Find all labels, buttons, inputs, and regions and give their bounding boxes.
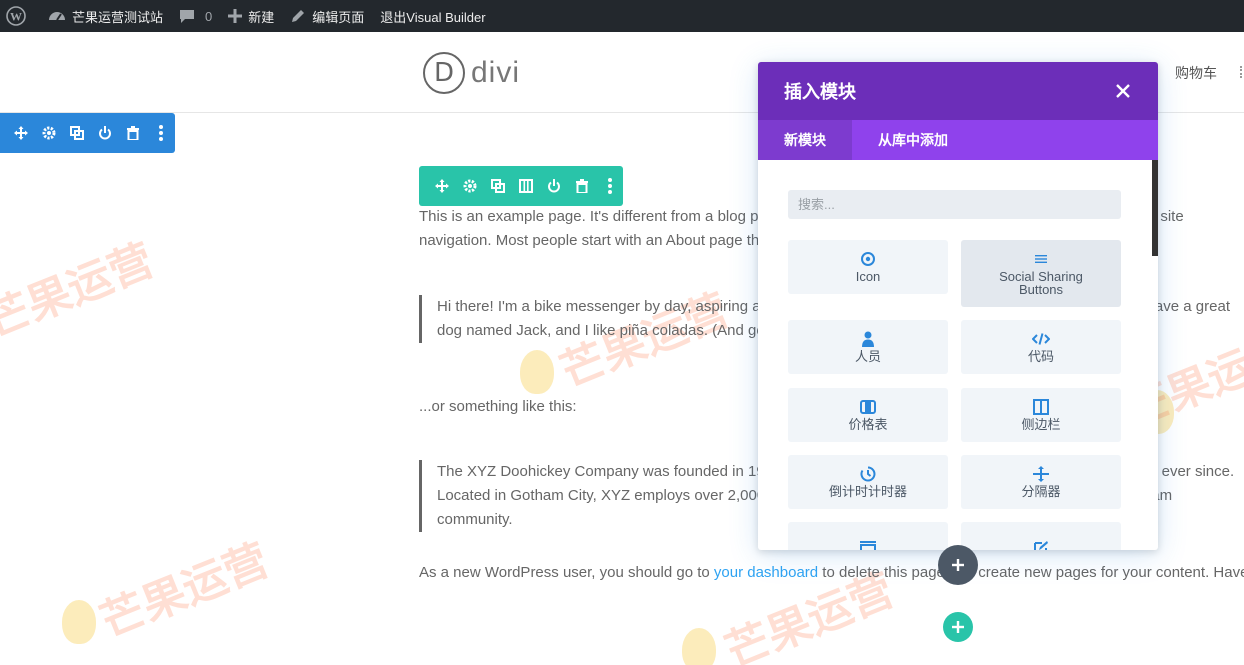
divider-icon [1033,466,1049,482]
modal-header: 插入模块 [758,62,1158,120]
trash-icon[interactable] [124,124,142,142]
site-name-link[interactable]: 芒果运营测试站 [40,0,171,32]
search-input[interactable] [788,190,1121,219]
dashboard-gauge-icon [48,8,66,24]
power-icon[interactable] [545,177,563,195]
module-label: 价格表 [848,417,888,432]
add-row-button[interactable] [943,612,973,642]
duplicate-icon[interactable] [68,124,86,142]
edit-page-label: 编辑页面 [312,9,365,25]
pricing-table-icon [860,399,876,415]
move-icon[interactable] [12,124,30,142]
module-icon[interactable]: Icon [788,240,948,294]
module-label: 人员 [854,349,881,364]
comments-link[interactable]: 0 [171,0,220,32]
edit-page-link[interactable]: 编辑页面 [282,0,372,32]
module-divider[interactable]: 分隔器 [961,455,1121,509]
module-code[interactable]: 代码 [961,320,1121,374]
module-label: Icon [855,269,881,284]
svg-text:W: W [10,10,22,24]
module-slider[interactable] [788,522,948,550]
modal-title: 插入模块 [784,82,856,102]
watermark-pear-logo [62,600,96,644]
module-countdown-timer[interactable]: 倒计时计时器 [788,455,948,509]
plus-icon [952,559,964,571]
gear-icon[interactable] [461,177,479,195]
dashboard-paragraph: As a new WordPress user, you should go t… [419,561,1244,585]
exit-visual-builder-link[interactable]: 退出Visual Builder [372,0,493,32]
module-social-sharing-buttons[interactable]: Social Sharing Buttons [961,240,1121,307]
plus-icon [228,9,243,23]
add-module-button[interactable] [938,545,978,585]
module-sidebar[interactable]: 侧边栏 [961,388,1121,442]
watermark-text: 芒果运营 [93,534,276,648]
module-label: Social Sharing Buttons [999,269,1083,297]
edit-icon [1033,540,1049,550]
close-icon[interactable] [1114,82,1132,100]
duplicate-icon[interactable] [489,177,507,195]
modal-tabs: 新模块 从库中添加 [758,120,1158,160]
module-pricing-table[interactable]: 价格表 [788,388,948,442]
nav-item-cart[interactable]: 购物车 [1175,63,1217,83]
module-label: 侧边栏 [1021,417,1061,432]
comment-bubble-icon [179,8,195,24]
module-label: 代码 [1027,349,1054,364]
nav-overflow-icon[interactable] [1240,66,1242,78]
person-icon [861,331,875,347]
paragraph: ...or something like this: [419,398,577,415]
module-label: 倒计时计时器 [828,484,907,499]
exit-visual-builder-label: 退出Visual Builder [380,9,486,25]
target-icon [860,251,876,267]
wordpress-icon: W [6,6,26,26]
section-toolbar [0,113,175,153]
countdown-icon [860,466,876,482]
pencil-icon [290,8,306,24]
tab-add-from-library[interactable]: 从库中添加 [852,120,974,160]
trash-icon[interactable] [573,177,591,195]
comments-count: 0 [205,8,213,24]
gear-icon[interactable] [40,124,58,142]
watermark-text: 芒果运营 [0,234,161,348]
watermark-pear-logo [682,628,716,665]
insert-module-modal: 插入模块 新模块 从库中添加 Icon Social Sharing Butto… [758,62,1158,550]
row-toolbar [419,166,623,206]
module-edit[interactable] [961,522,1121,550]
module-label: 分隔器 [1021,484,1061,499]
more-options-icon[interactable] [152,124,170,142]
wp-admin-bar: W 芒果运营测试站 0 新建 编辑页面 退出Visual Builder [0,0,1244,32]
power-icon[interactable] [96,124,114,142]
logo-mark: D [423,52,465,94]
new-content-link[interactable]: 新建 [220,0,282,32]
move-icon[interactable] [433,177,451,195]
watermark-pear-logo [520,350,554,394]
site-logo[interactable]: D divi [423,52,520,94]
logo-text: divi [471,56,521,89]
tab-new-module[interactable]: 新模块 [758,120,852,160]
dashboard-link[interactable]: your dashboard [714,564,818,581]
module-person[interactable]: 人员 [788,320,948,374]
columns-icon[interactable] [517,177,535,195]
site-name: 芒果运营测试站 [72,9,164,25]
menu-lines-icon [1035,251,1047,267]
new-label: 新建 [248,9,275,25]
sidebar-icon [1033,399,1049,415]
paragraph-text: to delete this page and create new pages… [818,564,1244,581]
plus-icon [952,621,964,633]
slider-icon [860,540,876,550]
modal-body: Icon Social Sharing Buttons 人员 代码 [758,160,1158,550]
wordpress-logo-button[interactable]: W [0,0,40,32]
more-options-icon[interactable] [601,177,619,195]
paragraph-text: As a new WordPress user, you should go t… [419,564,714,581]
scrollbar[interactable] [1152,160,1158,256]
code-icon [1032,331,1050,347]
